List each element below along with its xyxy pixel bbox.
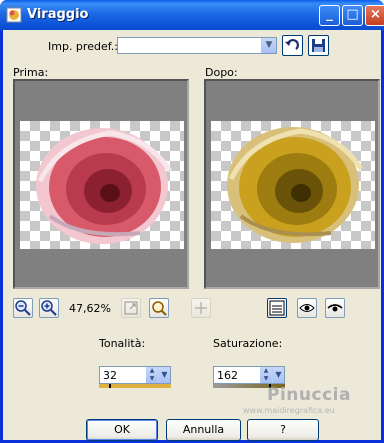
maximize-button[interactable]: □ [342, 5, 363, 26]
zoom-out-button[interactable] [13, 298, 33, 318]
saturation-value: 162 [217, 369, 238, 382]
proof-button[interactable] [267, 298, 287, 318]
transparency-checkerboard [20, 121, 184, 249]
eye-icon [299, 304, 315, 312]
move-cross-icon [195, 302, 207, 314]
eye-icon [327, 304, 343, 312]
title-bar[interactable]: Viraggio _ □ × [0, 0, 384, 30]
pan-button [191, 298, 211, 318]
hue-label: Tonalità: [99, 337, 146, 350]
list-window-icon [269, 300, 285, 316]
before-preview[interactable] [13, 79, 189, 289]
presets-label: Imp. predef.: [48, 40, 118, 53]
actual-size-button [121, 298, 141, 318]
before-label: Prima: [13, 66, 49, 79]
save-disk-icon [312, 39, 325, 52]
transparency-checkerboard [211, 121, 375, 249]
preview-on-image-button[interactable] [297, 298, 317, 318]
undo-arrow-icon [285, 39, 299, 50]
chevron-down-icon[interactable]: ▼ [261, 38, 276, 53]
reset-preset-button[interactable] [282, 35, 303, 56]
after-preview[interactable] [204, 79, 380, 289]
zoom-level: 47,62% [69, 302, 111, 315]
help-button[interactable]: ? [247, 419, 319, 441]
zoom-fit-icon [152, 301, 167, 316]
watermark-url: www.maidiregrafica.eu [243, 406, 335, 415]
save-preset-button[interactable] [308, 35, 329, 56]
zoom-out-icon [15, 300, 31, 316]
hue-marker[interactable] [109, 384, 111, 388]
expand-icon [124, 301, 138, 315]
toning-dialog: Viraggio _ □ × Imp. predef.: ▼ Prima: Do… [0, 0, 384, 443]
hue-input[interactable]: 32 ▲ ▼ ▼ [99, 366, 171, 384]
zoom-in-button[interactable] [39, 298, 59, 318]
hue-value: 32 [103, 369, 117, 382]
ok-button[interactable]: OK [86, 419, 158, 441]
after-label: Dopo: [205, 66, 238, 79]
chevron-down-icon[interactable]: ▼ [272, 367, 284, 383]
app-icon [6, 7, 22, 23]
chevron-down-icon[interactable]: ▼ [158, 367, 170, 383]
watermark-name: Pinuccia [267, 385, 351, 405]
rose-after-image [227, 127, 364, 243]
spin-up-down-icon[interactable]: ▲ ▼ [146, 367, 158, 383]
auto-preview-button[interactable] [325, 298, 345, 318]
zoom-to-fit-button[interactable] [149, 298, 169, 318]
rose-before-image [36, 128, 173, 244]
spin-up-down-icon[interactable]: ▲ ▼ [260, 367, 272, 383]
close-button[interactable]: × [365, 5, 384, 26]
cancel-button[interactable]: Annulla [166, 419, 241, 441]
saturation-input[interactable]: 162 ▲ ▼ ▼ [213, 366, 285, 384]
window-title: Viraggio [27, 7, 89, 22]
minimize-button[interactable]: _ [319, 5, 340, 26]
presets-combo[interactable]: ▼ [117, 37, 277, 54]
zoom-in-icon [41, 300, 57, 316]
saturation-label: Saturazione: [213, 337, 283, 350]
